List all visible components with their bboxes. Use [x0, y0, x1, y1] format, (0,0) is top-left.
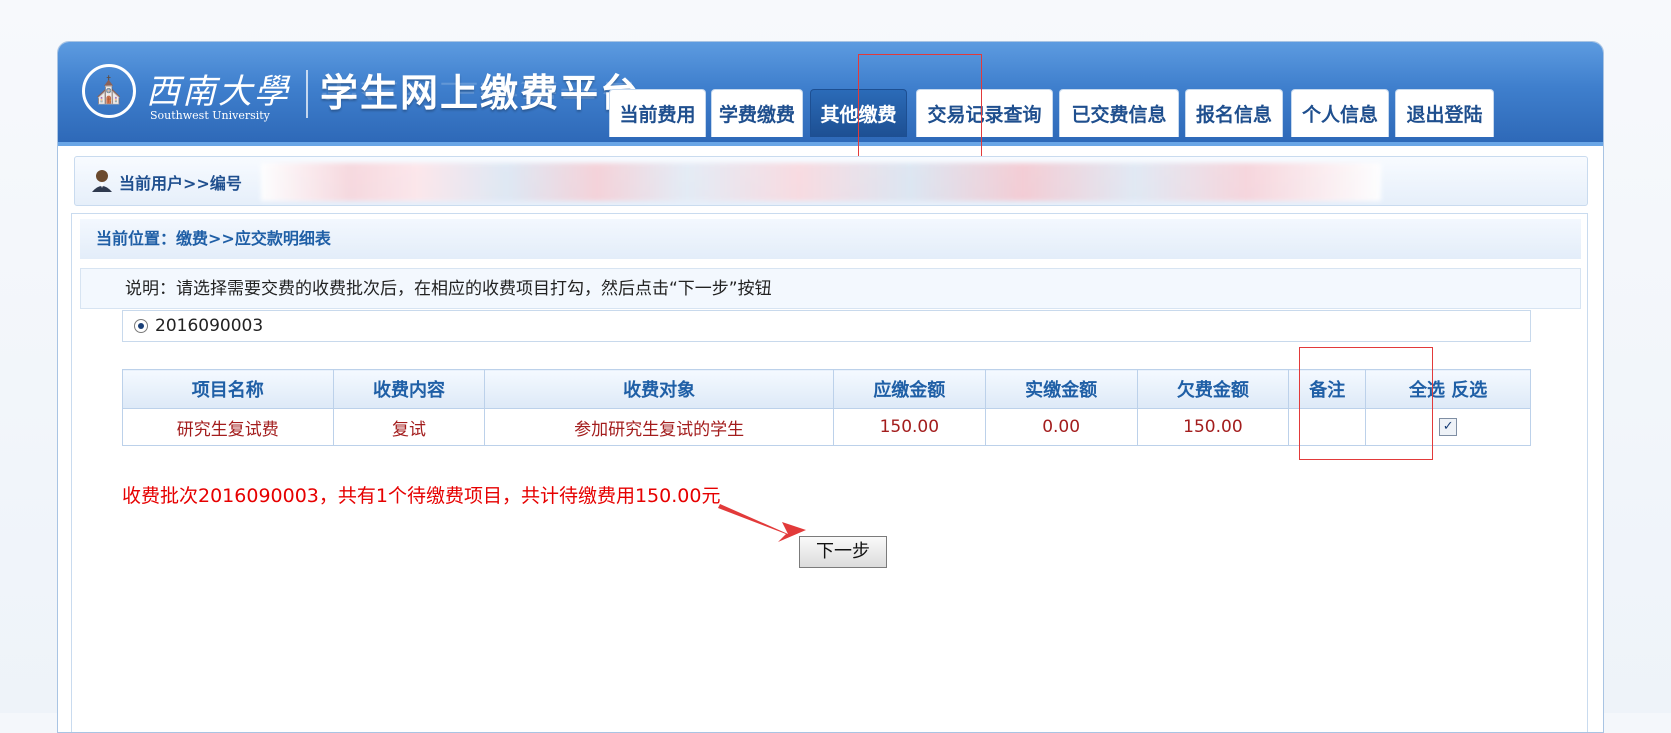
main-frame: ⛪ 西南大學 Southwest University 学生网上缴费平台 学生网…	[57, 41, 1604, 733]
annotation-arrow-icon	[718, 504, 806, 542]
